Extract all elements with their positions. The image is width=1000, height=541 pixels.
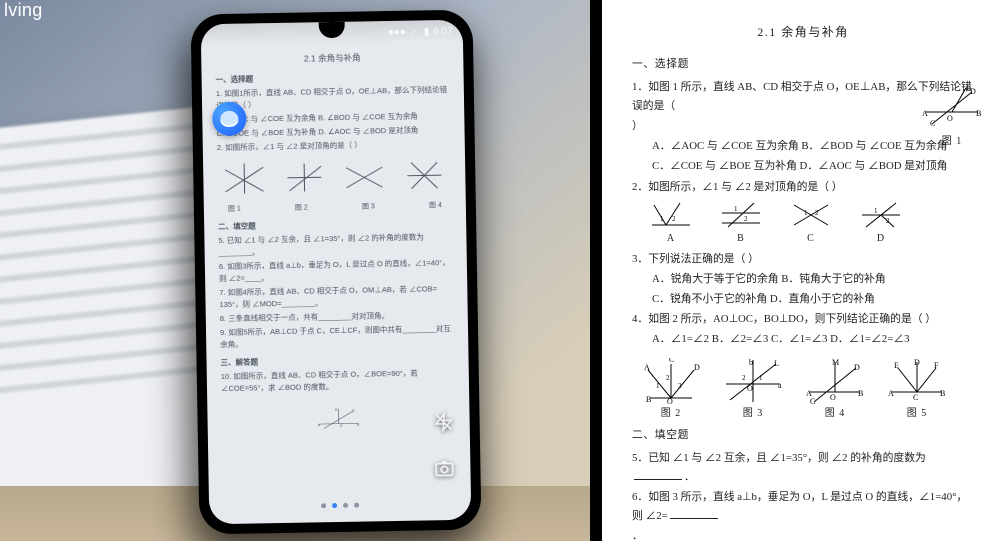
svg-text:B: B [646, 395, 651, 404]
q10-figure: A B D C O [225, 399, 452, 437]
q4-options: A．∠1=∠2 B．∠2=∠3 C．∠1=∠3 D．∠1=∠2=∠3 [632, 330, 974, 349]
svg-text:D: D [335, 408, 338, 412]
flash-toggle-icon[interactable] [431, 410, 455, 434]
q2: 2．如图所示，∠1 与 ∠2 是对顶角的是（ ） [632, 178, 974, 197]
svg-text:1: 1 [804, 209, 808, 217]
svg-text:M: M [832, 358, 839, 367]
figure-5: AB EF DC 图 5 [886, 358, 948, 423]
svg-text:b: b [749, 358, 753, 367]
svg-text:A: A [644, 363, 650, 372]
figure-2: CA DB O 123 图 2 [640, 358, 702, 423]
q3-options-b: C．锐角不小于它的补角 D．直角小于它的补角 [632, 290, 974, 309]
figures-2-5: CA DB O 123 图 2 ab LO 12 图 3 [640, 358, 974, 423]
q6b: ． [632, 527, 974, 541]
svg-text:3: 3 [678, 382, 682, 390]
svg-text:C: C [930, 119, 935, 126]
svg-text:1: 1 [656, 382, 660, 390]
figure-3: ab LO 12 图 3 [722, 358, 784, 423]
svg-text:B: B [858, 389, 863, 398]
clock-text: 6:07 [433, 25, 453, 36]
svg-text:O: O [830, 393, 836, 402]
q1: 1. 如图1所示，直线 AB、CD 相交于点 O，OE⊥AB，那么下列结论错误的… [216, 84, 450, 112]
svg-text:1: 1 [759, 374, 763, 382]
page-indicator [321, 503, 359, 509]
svg-text:2: 2 [886, 217, 890, 225]
worksheet-document: 2.1 余角与补角 一、选择题 1．如图 1 所示，直线 AB、CD 相交于点 … [602, 0, 1000, 541]
svg-text:B: B [976, 109, 981, 118]
svg-text:E: E [966, 84, 971, 92]
svg-text:E: E [894, 361, 899, 370]
smartphone: ●●● ⋰ ▮ 6:07 2.1 余角与补角 一、选择题 1. 如图1所示，直线… [190, 10, 481, 535]
q5: 5. 已知 ∠1 与 ∠2 互余，且 ∠1=35°，则 ∠2 的补角的度数为__… [218, 231, 452, 259]
q5: 5．已知 ∠1 与 ∠2 互余，且 ∠1=35°，则 ∠2 的补角的度数为． [632, 449, 974, 487]
section-2-heading: 二、填空题 [632, 426, 974, 445]
q3: 3．下列说法正确的是（ ） [632, 250, 974, 269]
q9: 9. 如图5所示，AB⊥CD 于点 C，CE⊥CF，则图中共有________对… [220, 323, 454, 351]
svg-text:D: D [970, 87, 976, 96]
q6: 6．如图 3 所示，直线 a⊥b，垂足为 O，L 是过点 O 的直线，∠1=40… [632, 488, 974, 526]
svg-text:1: 1 [874, 207, 878, 215]
svg-text:2: 2 [744, 215, 748, 223]
svg-text:2: 2 [672, 215, 676, 223]
figure-1: A B C D E O 图 1 [922, 84, 982, 151]
dot [343, 503, 348, 508]
svg-text:C: C [352, 409, 355, 413]
svg-text:A: A [888, 389, 894, 398]
dot-active [332, 503, 337, 508]
figure-row [221, 158, 448, 196]
doc-title: 2.1 余角与补角 [215, 50, 449, 68]
dot [354, 503, 359, 508]
q4: 4．如图 2 所示，AO⊥OC，BO⊥DO，则下列结论正确的是（ ） [632, 310, 974, 329]
signal-icon: ●●● [388, 26, 406, 37]
stage: lving ●●● ⋰ ▮ 6:07 2.1 余角与补角 [0, 0, 1000, 541]
svg-text:C: C [810, 397, 815, 404]
svg-text:2: 2 [666, 374, 670, 382]
camera-shutter-icon[interactable] [432, 456, 456, 480]
svg-text:a: a [778, 381, 782, 390]
svg-text:F: F [934, 361, 939, 370]
svg-text:1: 1 [734, 205, 738, 213]
figure-4: AB CD MO 图 4 [804, 358, 866, 423]
wifi-icon: ⋰ [410, 26, 420, 37]
camera-controls [431, 410, 456, 480]
svg-text:A: A [922, 109, 928, 118]
panel-divider [590, 0, 602, 541]
q2: 2. 如图所示，∠1 与 ∠2 是对顶角的是（ ） [217, 138, 451, 154]
svg-text:1: 1 [660, 215, 664, 223]
svg-text:D: D [914, 358, 920, 367]
svg-text:O: O [747, 384, 753, 393]
blank [634, 470, 682, 480]
q2-figures: 12A 12B 12C 12D [650, 201, 974, 248]
battery-icon: ▮ [424, 26, 430, 37]
svg-text:D: D [854, 363, 860, 372]
photo-panel: lving ●●● ⋰ ▮ 6:07 2.1 余角与补角 [0, 0, 590, 541]
figure-1-caption: 图 1 [922, 133, 982, 151]
q7: 7. 如图4所示，直线 AB、CD 相交于点 O，OM⊥AB，若 ∠COB= 1… [219, 283, 453, 311]
figure-captions: 图 1图 2 图 3图 4 [218, 200, 452, 215]
svg-text:C: C [669, 358, 674, 364]
doc-title: 2.1 余角与补角 [632, 22, 974, 43]
svg-text:2: 2 [815, 209, 819, 217]
svg-text:B: B [357, 422, 360, 426]
q10: 10. 如图所示，直线 AB、CD 相交于点 O，∠BOE=90°，若 ∠COE… [221, 367, 455, 395]
dot [321, 503, 326, 508]
svg-text:B: B [940, 389, 945, 398]
svg-text:O: O [947, 114, 953, 123]
svg-text:L: L [774, 359, 779, 368]
phone-screen[interactable]: ●●● ⋰ ▮ 6:07 2.1 余角与补角 一、选择题 1. 如图1所示，直线… [201, 20, 472, 524]
svg-text:O: O [667, 397, 673, 404]
svg-text:C: C [913, 393, 918, 402]
document-panel: 2.1 余角与补角 一、选择题 1．如图 1 所示，直线 AB、CD 相交于点 … [602, 0, 1000, 541]
q1-options-b: C．∠COE 与 ∠BOE 互为补角 D．∠AOC 与 ∠BOD 是对顶角 [632, 157, 974, 176]
svg-text:O: O [340, 424, 343, 428]
scanned-document-view: 2.1 余角与补角 一、选择题 1. 如图1所示，直线 AB、CD 相交于点 O… [201, 20, 470, 437]
q6: 6. 如图3所示，直线 a⊥b，垂足为 O，L 是过点 O 的直线，∠1=40°… [219, 257, 453, 285]
q3-options-a: A．锐角大于等于它的余角 B．钝角大于它的补角 [632, 270, 974, 289]
section-1-heading: 一、选择题 [632, 55, 974, 74]
blank [670, 509, 718, 519]
svg-text:D: D [694, 363, 700, 372]
svg-text:2: 2 [742, 374, 746, 382]
